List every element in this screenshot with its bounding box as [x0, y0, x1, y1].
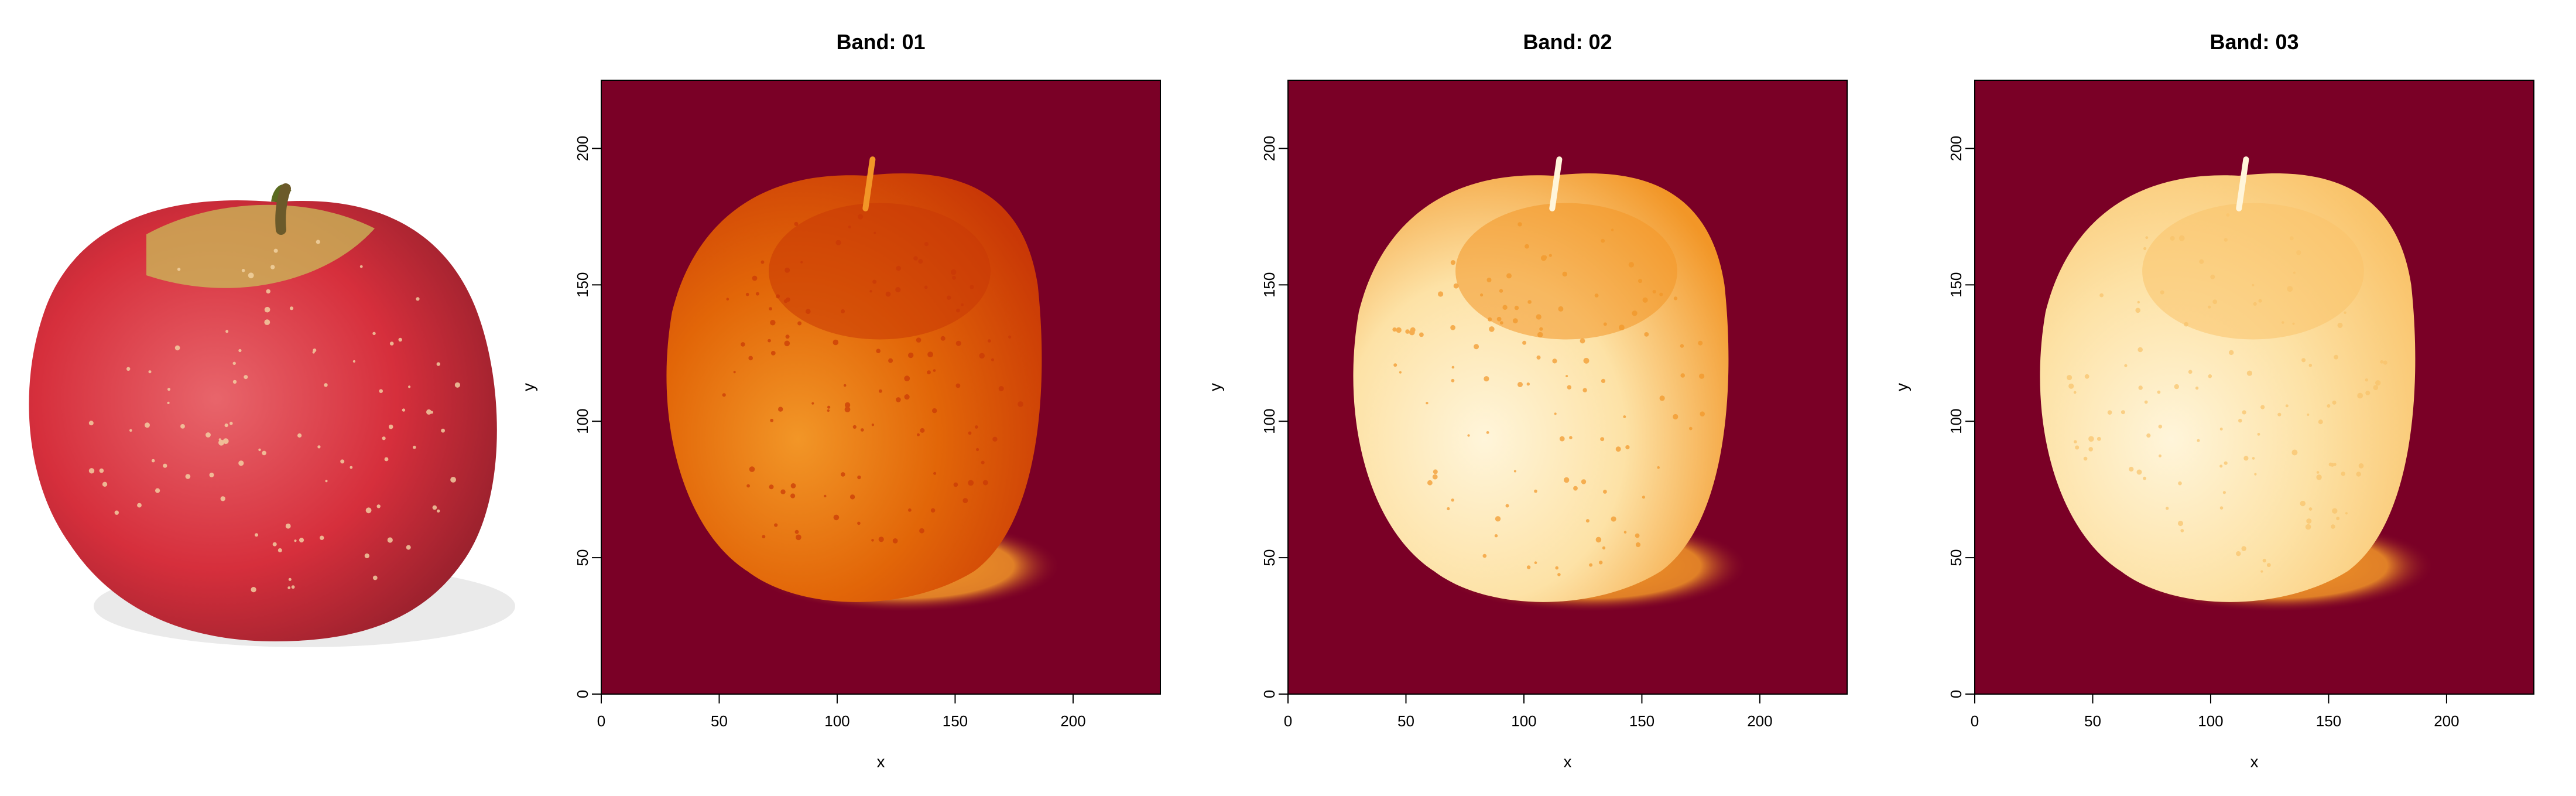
x-axis-label: x	[1564, 753, 1572, 771]
x-tick-label: 0	[597, 712, 605, 730]
y-tick-label: 200	[1947, 136, 1965, 161]
chart-title: Band: 03	[2210, 30, 2298, 54]
x-tick-label: 0	[1971, 712, 1979, 730]
chart-title: Band: 02	[1523, 30, 1612, 54]
x-tick-label: 50	[2084, 712, 2101, 730]
x-tick-label: 100	[1511, 712, 1536, 730]
y-tick-label: 150	[574, 272, 591, 298]
y-axis-label: y	[519, 383, 537, 391]
x-tick-label: 0	[1284, 712, 1292, 730]
x-tick-label: 150	[1629, 712, 1654, 730]
x-tick-label: 100	[824, 712, 849, 730]
y-tick-label: 0	[574, 690, 591, 698]
band-panel-2: Band: 02 0 50 100 150 200 0 50 100 150 200 x y	[1206, 30, 1848, 771]
y-tick-label: 150	[1260, 272, 1278, 298]
x-axis-label: x	[2250, 753, 2259, 771]
y-tick-label: 100	[1260, 409, 1278, 434]
raster-apple	[1353, 156, 1748, 613]
y-tick-label: 50	[1947, 549, 1965, 566]
y-tick-label: 0	[1947, 690, 1965, 698]
x-tick-label: 200	[1060, 712, 1085, 730]
x-tick-label: 150	[2316, 712, 2341, 730]
x-tick-label: 200	[2434, 712, 2459, 730]
raster-apple	[666, 156, 1061, 613]
y-tick-label: 100	[1947, 409, 1965, 434]
y-axis-label: y	[1893, 383, 1911, 391]
x-tick-label: 150	[943, 712, 968, 730]
x-tick-label: 50	[1397, 712, 1414, 730]
y-tick-label: 100	[574, 409, 591, 434]
x-tick-label: 200	[1747, 712, 1772, 730]
y-axis-label: y	[1206, 383, 1224, 391]
y-tick-label: 0	[1260, 690, 1278, 698]
band-panel-1: Band: 01 0 50 100 150 200 0 50 100 150 200 x y	[519, 30, 1161, 771]
apple-photo	[29, 183, 515, 647]
x-tick-label: 50	[711, 712, 728, 730]
y-tick-label: 200	[574, 136, 591, 161]
y-tick-label: 50	[1260, 549, 1278, 566]
band-panel-3: Band: 03 0 50 100 150 200 0 50 100 150 200 x y	[1893, 30, 2534, 771]
chart-title: Band: 01	[836, 30, 925, 54]
x-tick-label: 100	[2198, 712, 2223, 730]
x-axis-label: x	[877, 753, 885, 771]
raster-apple	[2040, 156, 2435, 613]
y-tick-label: 150	[1947, 272, 1965, 298]
figure: Band: 010 50 100 150 200050100150200xyBand: …	[29, 30, 2534, 771]
y-tick-label: 50	[574, 549, 591, 566]
y-tick-label: 200	[1260, 136, 1278, 161]
